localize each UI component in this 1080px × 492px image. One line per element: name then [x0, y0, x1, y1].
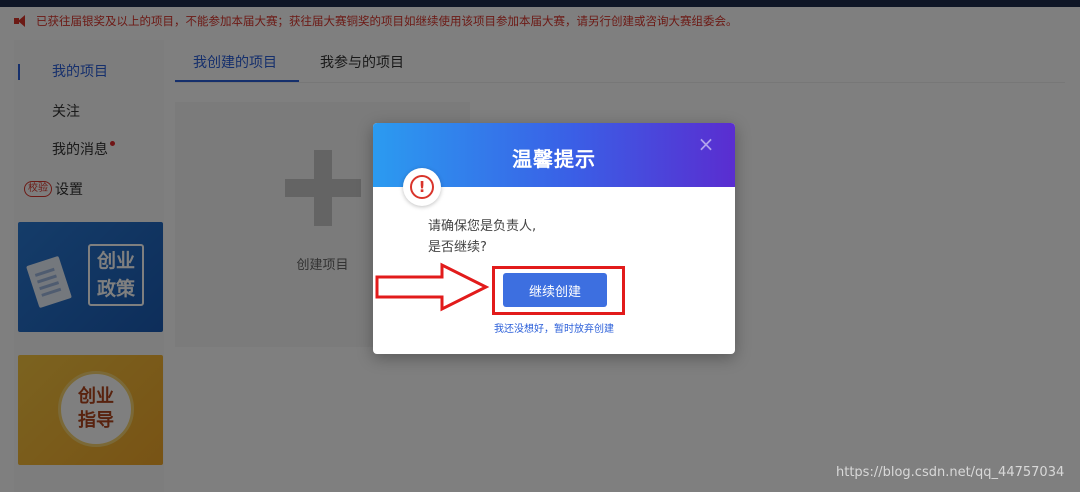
close-icon[interactable]: × — [697, 134, 715, 154]
dialog-message: 请确保您是负责人, 是否继续? — [428, 219, 537, 255]
alert-icon: ! — [403, 168, 441, 206]
exclamation-icon: ! — [410, 175, 434, 199]
tip-dialog: 温馨提示 × ! 请确保您是负责人, 是否继续? 继续创建 我还没想好，暂时放弃… — [373, 123, 735, 354]
watermark: https://blog.csdn.net/qq_44757034 — [836, 465, 1065, 480]
dialog-title: 温馨提示 — [512, 147, 596, 171]
abandon-create-link[interactable]: 我还没想好，暂时放弃创建 — [373, 320, 735, 335]
annotation-highlight-box — [492, 266, 625, 315]
annotation-arrow-icon — [375, 262, 490, 312]
